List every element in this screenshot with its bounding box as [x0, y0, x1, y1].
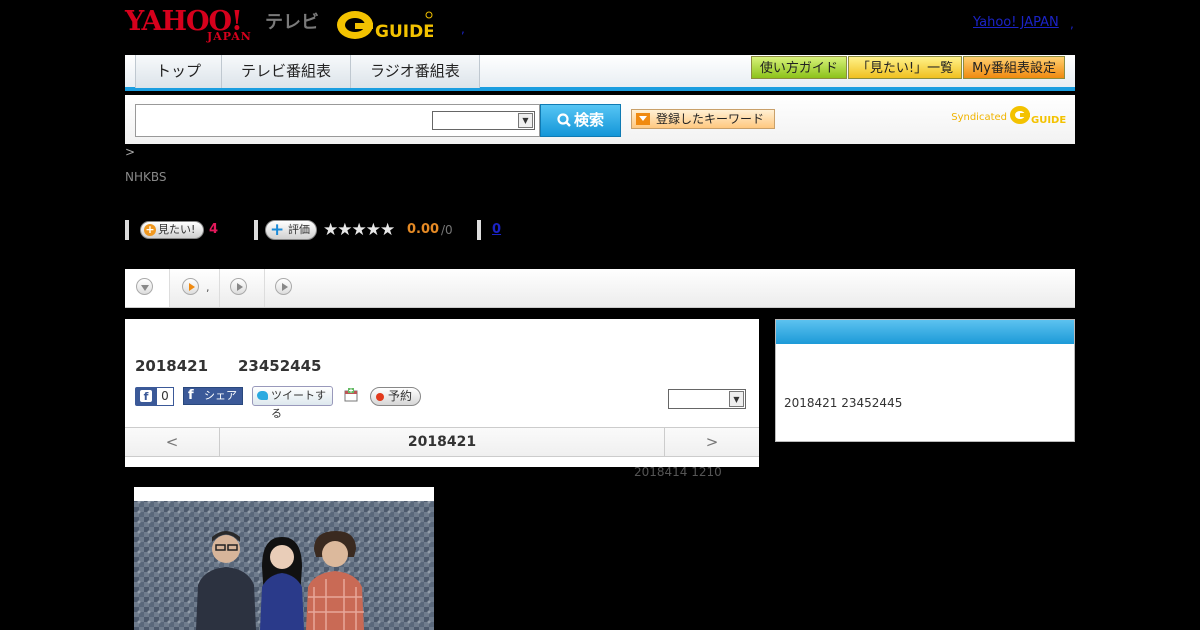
plus-icon: +	[270, 220, 285, 240]
chevron-down-icon: ▼	[729, 391, 744, 407]
nav-tab-top[interactable]: トップ	[135, 55, 223, 88]
header-link-dot: ,	[1070, 17, 1074, 31]
side-panel-text: 2018421 23452445	[784, 396, 903, 410]
site-header: YAHOO! JAPAN テレビ GUIDE , Yahoo! JAPAN ,	[125, 0, 1075, 50]
nav-tabs: トップ テレビ番組表 ラジオ番組表	[135, 55, 480, 88]
gguide-logo[interactable]: GUIDE	[335, 6, 433, 42]
content-tab-strip: ,	[125, 269, 1075, 308]
rating-score: 0.00	[407, 222, 440, 237]
divider	[477, 220, 481, 240]
chevron-down-icon: ▼	[518, 113, 533, 128]
search-button[interactable]: 検索	[540, 104, 621, 137]
search-icon	[557, 113, 571, 127]
program-time: 23452445	[238, 357, 322, 375]
breadcrumb: >	[125, 145, 136, 159]
dropdown-arrow-icon	[636, 113, 650, 125]
record-reservation-button[interactable]: 予約	[370, 387, 421, 406]
rate-button[interactable]: + 評価	[265, 220, 317, 240]
play-icon	[230, 278, 247, 295]
pager-date: 2018421	[407, 434, 477, 450]
facebook-icon: f	[188, 388, 194, 403]
facebook-icon: f	[140, 390, 152, 403]
program-photo	[134, 487, 434, 630]
program-image	[134, 487, 434, 630]
plus-icon: +	[144, 223, 156, 236]
facebook-like-button[interactable]: f 0	[135, 387, 174, 406]
play-icon	[275, 278, 292, 295]
saved-keywords-button[interactable]: 登録したキーワード	[631, 109, 775, 129]
divider	[125, 220, 129, 240]
review-count-link[interactable]: 0	[492, 222, 501, 237]
side-panel-header	[776, 320, 1074, 344]
svg-text:GUIDE: GUIDE	[1031, 115, 1066, 126]
nav-tab-radio-listings[interactable]: ラジオ番組表	[350, 55, 480, 88]
rating-bar: + 見たい! 4 + 評価 ★★★★★ 0.00 /0 0	[125, 220, 625, 240]
rating-stars: ★★★★★	[323, 220, 395, 240]
nav-tab-tv-listings[interactable]: テレビ番組表	[221, 55, 352, 88]
side-panel: 2018421 23452445	[775, 319, 1075, 442]
rating-count: /0	[441, 223, 453, 237]
yahoo-japan-link[interactable]: Yahoo! JAPAN	[973, 15, 1059, 30]
record-icon	[376, 393, 384, 401]
previous-day-button[interactable]: <	[125, 428, 220, 456]
usage-guide-button[interactable]: 使い方ガイド	[750, 56, 847, 79]
channel-name: NHKBS	[125, 170, 167, 184]
program-detail-panel: 2018421 23452445 f 0 f シェア ツイートする 予約 ▼ <…	[125, 319, 759, 467]
gguide-small-logo: GUIDE	[1010, 106, 1066, 126]
tweet-button[interactable]: ツイートする	[252, 386, 333, 420]
search-bar: ▼ 検索 登録したキーワード Syndicated GUIDE	[125, 95, 1075, 144]
syndicated-gguide-logo: Syndicated GUIDE	[951, 103, 1067, 130]
yahoo-japan-logo[interactable]: YAHOO! JAPAN	[125, 6, 261, 43]
date-pager: < 2018421 >	[125, 427, 759, 457]
header-dot: ,	[461, 22, 465, 36]
last-updated: 2018414 1210	[634, 465, 722, 479]
tab-play-1[interactable]: ,	[170, 269, 220, 307]
chevron-down-icon	[136, 278, 153, 295]
tab-expand[interactable]	[125, 269, 170, 307]
calendar-add-icon[interactable]	[344, 388, 358, 402]
svg-text:GUIDE: GUIDE	[375, 22, 433, 42]
nav-utility-buttons: 使い方ガイド 「見たい!」一覧 My番組表設定	[750, 56, 1065, 79]
tab-play-3[interactable]	[265, 269, 310, 307]
facebook-share-button[interactable]: f シェア	[183, 387, 243, 405]
program-select[interactable]: ▼	[668, 389, 746, 409]
watchlist-button[interactable]: 「見たい!」一覧	[847, 56, 963, 79]
main-nav: トップ テレビ番組表 ラジオ番組表 使い方ガイド 「見たい!」一覧 My番組表設…	[125, 55, 1075, 91]
next-day-button[interactable]: >	[664, 428, 759, 456]
want-to-watch-count: 4	[209, 222, 219, 237]
twitter-icon	[257, 391, 268, 400]
play-icon	[182, 278, 199, 295]
divider	[254, 220, 258, 240]
my-listings-settings-button[interactable]: My番組表設定	[963, 56, 1065, 79]
want-to-watch-button[interactable]: + 見たい!	[140, 221, 204, 239]
program-date: 2018421	[135, 357, 209, 375]
tv-label: テレビ	[265, 12, 319, 33]
tab-play-2[interactable]	[220, 269, 265, 307]
search-category-select[interactable]: ▼	[432, 111, 535, 130]
